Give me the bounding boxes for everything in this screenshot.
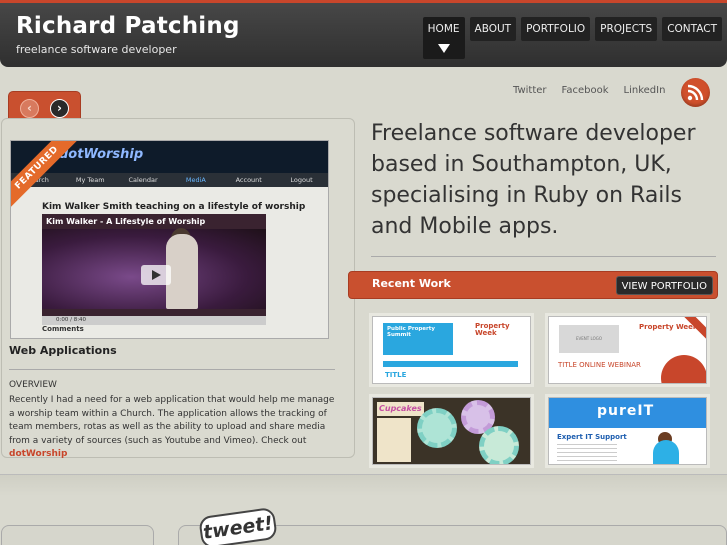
- nav-portfolio[interactable]: PORTFOLIO: [521, 17, 591, 41]
- thumb-box-text: Public Property Summit: [387, 326, 435, 338]
- nav-about[interactable]: ABOUT: [469, 17, 517, 41]
- site-title[interactable]: Richard Patching: [16, 13, 240, 39]
- main-nav: HOME ABOUT PORTFOLIO PROJECTS CONTACT: [422, 17, 722, 59]
- site-subtitle: freelance software developer: [16, 43, 177, 56]
- recent-work-bar: Recent Work VIEW PORTFOLIO: [348, 271, 718, 299]
- video-controls: 0:00 / 8:40: [42, 316, 266, 325]
- thumb-decoration: [661, 355, 706, 383]
- thumb-label: TITLE: [385, 371, 407, 379]
- thumb-banner-text: pureIT: [597, 403, 655, 419]
- featured-body-text: Recently I had a need for a web applicat…: [9, 395, 335, 446]
- nav-projects[interactable]: PROJECTS: [595, 17, 658, 41]
- featured-screenshot[interactable]: dotWorship Church My Team Calendar MediA…: [10, 140, 329, 339]
- thumb-text-lines: [557, 444, 617, 462]
- play-icon: [141, 265, 171, 285]
- featured-divider: [9, 369, 335, 370]
- screenshot-menu-item: MediA: [185, 176, 206, 184]
- rss-glyph: [687, 84, 704, 101]
- chevron-left-icon[interactable]: ‹: [20, 99, 39, 118]
- footer-divider: [0, 474, 727, 496]
- recent-work-title: Recent Work: [372, 277, 451, 290]
- overview-label: OVERVIEW: [9, 380, 57, 390]
- nav-home-label: HOME: [427, 23, 460, 35]
- facebook-link[interactable]: Facebook: [562, 85, 609, 96]
- rss-icon[interactable]: [681, 78, 710, 107]
- dotworship-link[interactable]: dotWorship: [9, 449, 67, 459]
- current-page-indicator-icon: [437, 44, 450, 53]
- site-header: Richard Patching freelance software deve…: [0, 3, 727, 67]
- thumb-sidebar: [377, 418, 411, 462]
- video-title: Kim Walker - A Lifestyle of Worship: [46, 217, 206, 226]
- social-links: Twitter Facebook LinkedIn: [513, 85, 665, 96]
- view-portfolio-button[interactable]: VIEW PORTFOLIO: [615, 276, 713, 295]
- footer-panel-left: [1, 525, 154, 545]
- thumb-label: TITLE ONLINE WEBINAR: [558, 361, 641, 369]
- chevron-right-icon[interactable]: ›: [50, 99, 69, 118]
- screenshot-menu-item: Calendar: [128, 176, 158, 184]
- thumb-label: Cupcakes: [377, 402, 424, 416]
- thumb-box: Public Property Summit: [383, 323, 453, 355]
- screenshot-comments: Comments: [42, 325, 84, 333]
- thumb-brand: Property Week: [639, 323, 698, 331]
- featured-title: Web Applications: [9, 344, 117, 357]
- linkedin-link[interactable]: LinkedIn: [624, 85, 666, 96]
- tweet-badge: tweet!: [198, 506, 278, 545]
- screenshot-menu-item: Logout: [290, 176, 313, 184]
- screenshot-video: Kim Walker - A Lifestyle of Worship 0:00…: [42, 214, 266, 325]
- thumb-banner: pureIT: [549, 398, 706, 428]
- nav-home[interactable]: HOME: [422, 17, 465, 59]
- video-time: 0:00 / 8:40: [56, 317, 87, 323]
- screenshot-menu-item: Account: [235, 176, 262, 184]
- portfolio-thumb-cupcakes[interactable]: Cupcakes: [372, 397, 531, 465]
- screenshot-menu-item: My Team: [75, 176, 105, 184]
- intro-divider: [371, 256, 716, 257]
- screenshot-menu: Church My Team Calendar MediA Account Lo…: [11, 173, 328, 187]
- featured-body: Recently I had a need for a web applicat…: [9, 394, 339, 462]
- thumb-strip: [383, 361, 518, 367]
- intro-text: Freelance software developer based in So…: [371, 121, 696, 239]
- thumb-logo: EVENT LOGO: [559, 325, 619, 353]
- thumb-label: Expert IT Support: [557, 433, 627, 441]
- thumb-brand: Property Week: [475, 322, 510, 337]
- screenshot-headline: Kim Walker Smith teaching on a lifestyle…: [42, 202, 306, 212]
- portfolio-thumb-webinar[interactable]: EVENT LOGO Property Week TITLE ONLINE WE…: [548, 316, 707, 384]
- thumb-person: [653, 440, 679, 464]
- cupcake-image: [479, 426, 519, 464]
- screenshot-brand: dotWorship: [59, 147, 144, 162]
- cupcake-image: [417, 408, 457, 448]
- twitter-link[interactable]: Twitter: [513, 85, 547, 96]
- portfolio-thumb-pureit[interactable]: pureIT Expert IT Support: [548, 397, 707, 465]
- nav-contact[interactable]: CONTACT: [662, 17, 722, 41]
- portfolio-thumb-property-summit[interactable]: Public Property Summit Property Week TIT…: [372, 316, 531, 384]
